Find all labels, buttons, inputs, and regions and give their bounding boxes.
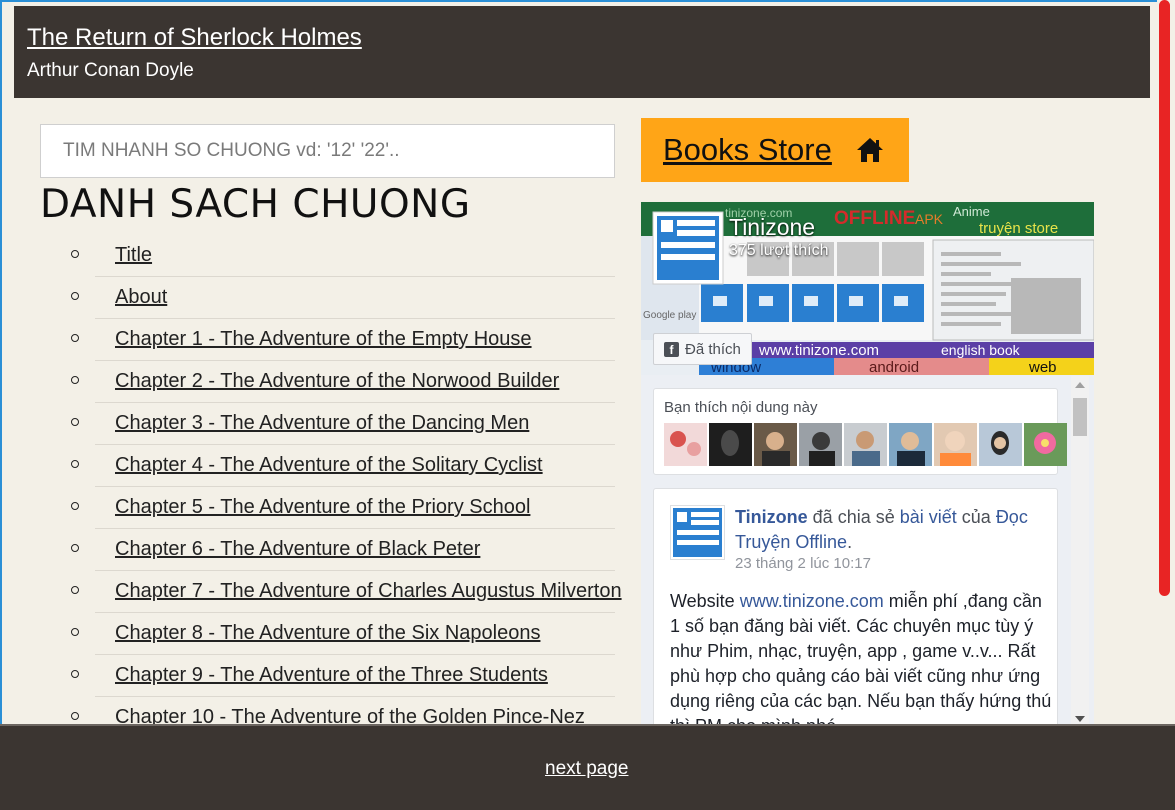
- cover-web-text: web: [1028, 359, 1057, 375]
- chapter-link-8[interactable]: Chapter 8 - The Adventure of the Six Nap…: [115, 622, 540, 645]
- fb-like-count: 375 lượt thích: [729, 242, 829, 259]
- fb-post-period: .: [847, 532, 853, 552]
- fb-post-body-link[interactable]: www.tinizone.com: [740, 591, 884, 611]
- chapter-link-7[interactable]: Chapter 7 - The Adventure of Charles Aug…: [115, 580, 622, 603]
- facebook-icon: f: [664, 341, 679, 357]
- chapter-list: Title About Chapter 1 - The Adventure of…: [64, 236, 622, 740]
- cover-store-text: truyện store: [979, 220, 1058, 237]
- fb-like-button-label: Đã thích: [685, 340, 741, 358]
- bullet-icon: [71, 376, 79, 384]
- fb-friend-avatars: [664, 423, 1067, 466]
- cover-googleplay-text: Google play: [643, 310, 696, 321]
- fb-friends-label: Bạn thích nội dung này: [664, 399, 818, 416]
- list-item: Title: [71, 236, 615, 277]
- cover-english-text: english book: [941, 342, 1021, 358]
- fb-feed-scroll-thumb[interactable]: [1073, 398, 1087, 436]
- avatar[interactable]: [934, 423, 977, 466]
- fb-post-body-text: miễn phí ,đang cần 1 số bạn đăng bài viế…: [670, 591, 1052, 726]
- scroll-up-arrow-icon[interactable]: [1075, 382, 1085, 388]
- chapter-link-title[interactable]: Title: [115, 244, 152, 267]
- scroll-down-arrow-icon[interactable]: [1075, 716, 1085, 722]
- fb-post-link[interactable]: bài viết: [900, 507, 957, 527]
- bullet-icon: [71, 628, 79, 636]
- list-item: Chapter 3 - The Adventure of the Dancing…: [71, 404, 615, 445]
- fb-post-timestamp[interactable]: 23 tháng 2 lúc 10:17: [735, 555, 871, 572]
- fb-post-avatar[interactable]: [670, 505, 725, 560]
- page-scrollbar[interactable]: [1157, 0, 1175, 724]
- bullet-icon: [71, 586, 79, 594]
- bullet-icon: [71, 544, 79, 552]
- chapter-link-6[interactable]: Chapter 6 - The Adventure of Black Peter: [115, 538, 480, 561]
- fb-post-header: Tinizone đã chia sẻ bài viết của Đọc Tru…: [735, 505, 1050, 555]
- cover-anime-text: Anime: [953, 204, 990, 219]
- avatar[interactable]: [844, 423, 887, 466]
- chapter-link-3[interactable]: Chapter 3 - The Adventure of the Dancing…: [115, 412, 529, 435]
- fb-feed-scrollbar[interactable]: [1071, 376, 1089, 726]
- book-author: Arthur Conan Doyle: [27, 60, 194, 81]
- list-item: Chapter 1 - The Adventure of the Empty H…: [71, 320, 615, 361]
- list-item: Chapter 9 - The Adventure of the Three S…: [71, 656, 615, 697]
- avatar[interactable]: [709, 423, 752, 466]
- fb-post-body-prefix: Website: [670, 591, 740, 611]
- cover-apk-text: APK: [915, 211, 944, 227]
- book-title-link[interactable]: The Return of Sherlock Holmes: [27, 24, 1137, 52]
- header-bar: The Return of Sherlock Holmes Arthur Con…: [14, 6, 1150, 98]
- list-item: Chapter 2 - The Adventure of the Norwood…: [71, 362, 615, 403]
- page-scroll-thumb[interactable]: [1159, 0, 1170, 596]
- fb-like-button[interactable]: f Đã thích: [653, 333, 752, 365]
- fb-post-body: Website www.tinizone.com miễn phí ,đang …: [670, 589, 1052, 726]
- fb-cover-image[interactable]: tinizone.com OFFLINE APK Anime truyện st…: [641, 202, 1094, 375]
- list-item: Chapter 8 - The Adventure of the Six Nap…: [71, 614, 615, 655]
- fb-post-shared-text: đã chia sẻ: [807, 507, 900, 527]
- cover-url-text: www.tinizone.com: [758, 342, 879, 359]
- bullet-icon: [71, 334, 79, 342]
- cover-android-text: android: [869, 359, 919, 375]
- avatar[interactable]: [979, 423, 1022, 466]
- cover-offline-text: OFFLINE: [834, 208, 915, 229]
- chapter-search-input[interactable]: [40, 124, 615, 178]
- books-store-button[interactable]: Books Store: [641, 118, 909, 182]
- list-item: Chapter 6 - The Adventure of Black Peter: [71, 530, 615, 571]
- bullet-icon: [71, 712, 79, 720]
- footer-bar: next page: [0, 724, 1175, 810]
- facebook-page-widget: tinizone.com OFFLINE APK Anime truyện st…: [641, 202, 1094, 726]
- chapter-link-about[interactable]: About: [115, 286, 167, 309]
- fb-post-of-text: của: [956, 507, 996, 527]
- bullet-icon: [71, 670, 79, 678]
- avatar[interactable]: [664, 423, 707, 466]
- avatar[interactable]: [889, 423, 932, 466]
- fb-page-name[interactable]: Tinizone: [729, 214, 815, 241]
- fb-post-card: Tinizone đã chia sẻ bài viết của Đọc Tru…: [653, 488, 1058, 726]
- avatar[interactable]: [754, 423, 797, 466]
- chapter-link-1[interactable]: Chapter 1 - The Adventure of the Empty H…: [115, 328, 532, 351]
- bullet-icon: [71, 418, 79, 426]
- list-item: Chapter 7 - The Adventure of Charles Aug…: [71, 572, 622, 613]
- avatar[interactable]: [1024, 423, 1067, 466]
- books-store-label: Books Store: [663, 132, 832, 167]
- fb-friends-card: Bạn thích nội dung này: [653, 388, 1067, 475]
- bullet-icon: [71, 250, 79, 258]
- fb-post-author[interactable]: Tinizone: [735, 507, 808, 527]
- bullet-icon: [71, 460, 79, 468]
- chapter-link-9[interactable]: Chapter 9 - The Adventure of the Three S…: [115, 664, 548, 687]
- chapter-link-2[interactable]: Chapter 2 - The Adventure of the Norwood…: [115, 370, 559, 393]
- next-page-link[interactable]: next page: [545, 758, 628, 780]
- list-item: About: [71, 278, 615, 319]
- chapter-list-heading: DANH SACH CHUONG: [40, 182, 471, 227]
- home-icon: [856, 138, 883, 162]
- bullet-icon: [71, 502, 79, 510]
- avatar[interactable]: [799, 423, 842, 466]
- chapter-link-5[interactable]: Chapter 5 - The Adventure of the Priory …: [115, 496, 530, 519]
- page-frame: The Return of Sherlock Holmes Arthur Con…: [0, 0, 1157, 810]
- list-item: Chapter 5 - The Adventure of the Priory …: [71, 488, 615, 529]
- chapter-link-4[interactable]: Chapter 4 - The Adventure of the Solitar…: [115, 454, 543, 477]
- bullet-icon: [71, 292, 79, 300]
- list-item: Chapter 4 - The Adventure of the Solitar…: [71, 446, 615, 487]
